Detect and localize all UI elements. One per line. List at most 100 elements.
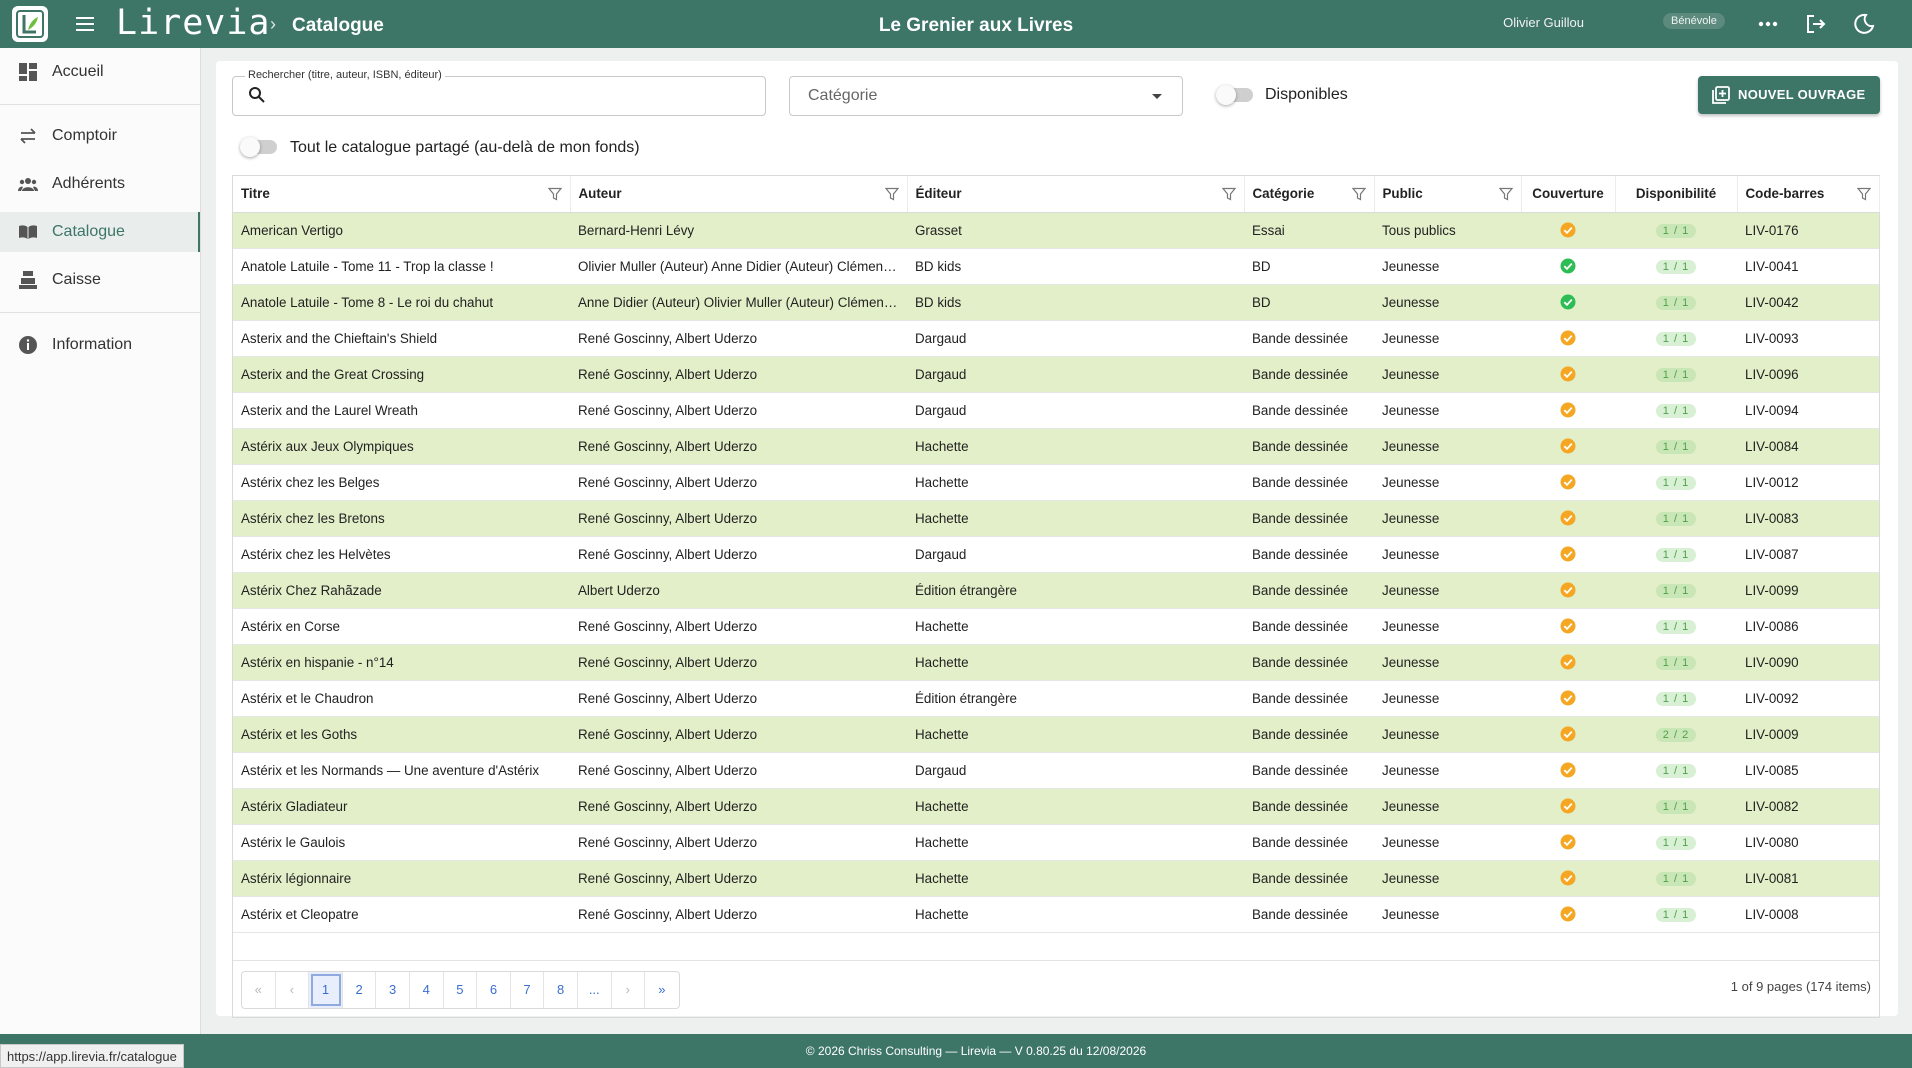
menu-icon[interactable] (73, 12, 97, 36)
page-button[interactable]: 2 (343, 972, 377, 1008)
sidebar-item-adherents[interactable]: Adhérents (0, 164, 200, 204)
filter-icon[interactable] (1221, 187, 1236, 201)
sidebar-item-comptoir[interactable]: Comptoir (0, 116, 200, 156)
page-button[interactable]: 3 (376, 972, 410, 1008)
table-row[interactable]: Astérix et les Goths René Goscinny, Alber… (233, 716, 1879, 752)
sidebar-item-catalogue[interactable]: Catalogue (0, 212, 200, 252)
filter-icon[interactable] (884, 187, 899, 201)
column-header[interactable]: Public (1374, 176, 1522, 213)
table-row[interactable]: Astérix et le Chaudron René Goscinny, Alb… (233, 680, 1879, 716)
availability-cell: 1 / 1 (1615, 644, 1737, 680)
cell-auteur: René Goscinny, Albert Uderzo (578, 618, 758, 634)
cell-public: Jeunesse (1382, 618, 1440, 634)
table-row[interactable]: Astérix Chez Rahãzade Albert Uderzo Éditio… (233, 572, 1879, 608)
cell-editeur: Hachette (915, 618, 969, 634)
cell-titre: Astérix Gladiateur (241, 798, 348, 814)
table-row[interactable]: Astérix et les Normands — Une aventure d… (233, 752, 1879, 788)
table-row[interactable]: Astérix Gladiateur René Goscinny, Albert … (233, 788, 1879, 824)
table-row[interactable]: Astérix en Corse René Goscinny, Albert Ud… (233, 608, 1879, 644)
column-header[interactable]: Éditeur (907, 176, 1245, 213)
next-page-button[interactable]: › (612, 972, 646, 1008)
column-header[interactable]: Disponibilité (1615, 176, 1738, 213)
filter-icon[interactable] (547, 187, 562, 201)
available-toggle[interactable] (1216, 85, 1253, 105)
table-row[interactable]: Astérix aux Jeux Olympiques René Goscinny… (233, 428, 1879, 464)
cell-editeur: Dargaud (915, 366, 967, 382)
table-row[interactable]: Anatole Latuile - Tome 8 - Le roi du cha… (233, 284, 1879, 320)
app-name[interactable]: Lirevia (116, 3, 271, 43)
cell-editeur: BD kids (915, 294, 962, 310)
column-header[interactable]: Catégorie (1244, 176, 1375, 213)
availability-badge: 1 / 1 (1655, 512, 1697, 526)
column-header[interactable]: Auteur (570, 176, 908, 213)
availability-badge: 1 / 1 (1655, 224, 1697, 238)
cover-status-cell (1521, 572, 1615, 608)
search-input[interactable] (232, 76, 766, 116)
column-header[interactable]: Couverture (1521, 176, 1616, 213)
table-row[interactable]: Astérix et Cleopatre René Goscinny, Alber… (233, 896, 1879, 932)
logout-icon[interactable] (1804, 12, 1828, 36)
page-button[interactable]: 4 (410, 972, 444, 1008)
filter-icon[interactable] (1351, 187, 1366, 201)
more-options-icon[interactable] (1756, 12, 1780, 36)
table-row[interactable]: Asterix and the Laurel Wreath René Goscin… (233, 392, 1879, 428)
column-header[interactable]: Code-barres (1737, 176, 1880, 213)
table-row[interactable]: Astérix le Gaulois René Goscinny, Albert … (233, 824, 1879, 860)
page-button[interactable]: 7 (511, 972, 545, 1008)
app-logo-icon[interactable] (12, 6, 48, 42)
cell-categorie: Bande dessinée (1252, 726, 1349, 742)
cover-status-cell (1521, 860, 1615, 896)
table-row[interactable]: Astérix en hispanie - n°14 René Goscinny,… (233, 644, 1879, 680)
column-header[interactable]: Titre (233, 176, 571, 213)
filter-icon[interactable] (1498, 187, 1513, 201)
dark-mode-icon[interactable] (1852, 12, 1876, 36)
cell-editeur: Grasset (915, 222, 962, 238)
availability-badge: 1 / 1 (1655, 872, 1697, 886)
cell-public: Jeunesse (1382, 546, 1440, 562)
table-row[interactable]: Asterix and the Chieftain's Shield René G… (233, 320, 1879, 356)
search-label: Rechercher (titre, auteur, ISBN, éditeur… (245, 69, 445, 81)
cover-status-cell (1521, 644, 1615, 680)
column-header-label: Auteur (578, 186, 622, 202)
page-button[interactable]: ... (578, 972, 612, 1008)
table-row[interactable]: American Vertigo Bernard-Henri Lévy Grasse… (233, 212, 1879, 248)
cell-editeur: Édition étrangère (915, 582, 1017, 598)
availability-cell: 1 / 1 (1615, 248, 1737, 284)
filter-icon[interactable] (1856, 187, 1871, 201)
page-button[interactable]: 5 (444, 972, 478, 1008)
table-row[interactable]: Asterix and the Great Crossing René Gosci… (233, 356, 1879, 392)
sidebar-item-information[interactable]: Information (0, 325, 200, 365)
cell-editeur: Édition étrangère (915, 690, 1017, 706)
page-button[interactable]: 1 (309, 972, 343, 1008)
sidebar-item-caisse[interactable]: Caisse (0, 260, 200, 300)
table-row[interactable]: Astérix chez les Helvètes René Goscinny, … (233, 536, 1879, 572)
new-book-button[interactable]: NOUVEL OUVRAGE (1698, 76, 1880, 114)
page-button[interactable]: 8 (544, 972, 578, 1008)
cell-categorie: Bande dessinée (1252, 834, 1349, 850)
cell-public: Jeunesse (1382, 330, 1440, 346)
cover-status-cell (1521, 536, 1615, 572)
sidebar-item-label: Accueil (52, 63, 104, 80)
cover-partial-icon (1560, 870, 1576, 886)
page-button[interactable]: 6 (477, 972, 511, 1008)
first-page-button[interactable]: « (242, 972, 276, 1008)
availability-badge: 1 / 1 (1655, 476, 1697, 490)
cover-status-cell (1521, 248, 1615, 284)
cover-partial-icon (1560, 474, 1576, 490)
shared-catalogue-toggle[interactable] (240, 137, 277, 157)
cell-public: Jeunesse (1382, 726, 1440, 742)
cell-editeur: Hachette (915, 474, 969, 490)
previous-page-button[interactable]: ‹ (276, 972, 310, 1008)
cell-code: LIV-0092 (1745, 690, 1799, 706)
table-row[interactable]: Astérix chez les Bretons René Goscinny, A… (233, 500, 1879, 536)
table-row[interactable]: Astérix légionnaire René Goscinny, Albert… (233, 860, 1879, 896)
cell-public: Jeunesse (1382, 510, 1440, 526)
cell-public: Jeunesse (1382, 834, 1440, 850)
shared-catalogue-label: Tout le catalogue partagé (au-delà de mo… (290, 139, 640, 156)
table-row[interactable]: Astérix chez les Belges René Goscinny, Al… (233, 464, 1879, 500)
last-page-button[interactable]: » (645, 972, 679, 1008)
table-row[interactable]: Anatole Latuile - Tome 11 - Trop la clas… (233, 248, 1879, 284)
sidebar-item-accueil[interactable]: Accueil (0, 52, 200, 92)
cell-public: Jeunesse (1382, 366, 1440, 382)
top-bar: Lirevia › Catalogue Le Grenier aux Livre… (0, 0, 1912, 48)
